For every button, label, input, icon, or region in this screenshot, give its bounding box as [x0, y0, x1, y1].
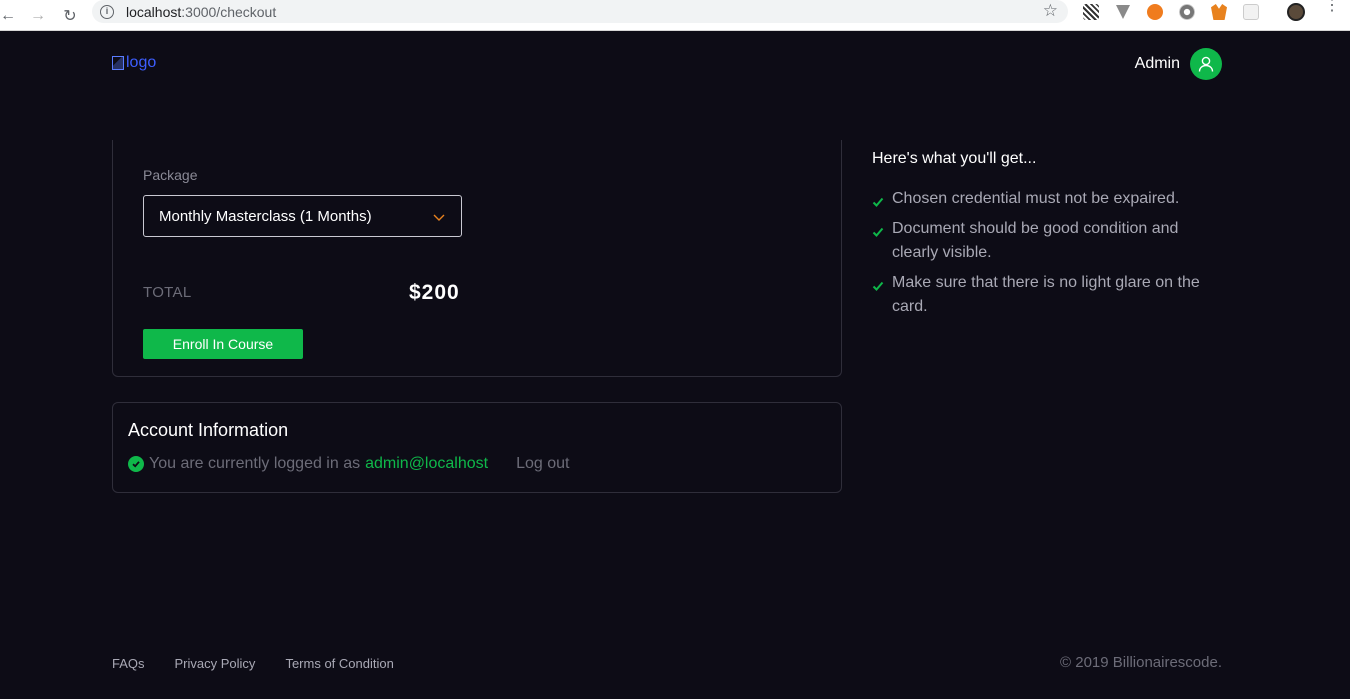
metamask-fox-icon[interactable] — [1211, 4, 1227, 20]
benefit-item: Document should be good condition and cl… — [872, 217, 1212, 265]
package-select[interactable]: Monthly Masterclass (1 Months) — [143, 195, 462, 237]
bookmark-star-icon[interactable]: ☆ — [1043, 1, 1058, 21]
logged-in-text: You are currently logged in as — [149, 455, 361, 472]
qr-extension-icon[interactable] — [1083, 4, 1099, 20]
benefit-item: Chosen credential must not be expaired. — [872, 187, 1212, 211]
benefits-list: Chosen credential must not be expaired. … — [872, 187, 1212, 325]
logo-alt-text: logo — [126, 54, 157, 71]
footer-links: FAQs Privacy Policy Terms of Condition — [112, 656, 424, 671]
selected-package: Monthly Masterclass (1 Months) — [159, 207, 372, 225]
user-menu[interactable]: Admin — [1135, 48, 1222, 80]
total-value: $200 — [409, 281, 460, 304]
package-label: Package — [143, 167, 198, 183]
orange-extension-icon[interactable] — [1147, 4, 1163, 20]
account-card: Account Information You are currently lo… — [112, 402, 842, 493]
checkmark-icon — [872, 276, 884, 300]
enroll-button[interactable]: Enroll In Course — [143, 329, 303, 359]
checkmark-icon — [872, 222, 884, 246]
benefit-text: Chosen credential must not be expaired. — [892, 190, 1180, 207]
url-path: :3000/checkout — [181, 3, 277, 20]
checkmark-icon — [872, 192, 884, 216]
forward-arrow-icon[interactable]: → — [28, 0, 48, 31]
site-logo[interactable]: logo — [112, 54, 156, 72]
gear-extension-icon[interactable] — [1179, 4, 1195, 20]
back-arrow-icon[interactable]: ← — [0, 0, 16, 31]
info-icon[interactable]: i — [100, 4, 114, 19]
chevron-down-icon — [433, 210, 445, 227]
package-card: Package Monthly Masterclass (1 Months) T… — [112, 140, 842, 377]
vue-devtools-icon[interactable] — [1116, 5, 1130, 19]
copyright: © 2019 Billionairescode. — [1060, 654, 1222, 671]
admin-name: Admin — [1134, 55, 1180, 72]
logged-in-status: You are currently logged in as admin@loc… — [128, 455, 569, 473]
benefit-text: Make sure that there is no light glare o… — [892, 274, 1200, 315]
footer-link-privacy[interactable]: Privacy Policy — [175, 656, 256, 671]
profile-avatar[interactable] — [1287, 3, 1305, 21]
footer-link-faqs[interactable]: FAQs — [112, 656, 145, 671]
account-title: Account Information — [128, 420, 289, 440]
benefit-text: Document should be good condition and cl… — [892, 220, 1179, 261]
broken-image-icon — [112, 56, 124, 70]
total-label: TOTAL — [143, 284, 192, 301]
account-email[interactable]: admin@localhost — [365, 455, 488, 473]
more-menu-icon[interactable]: ⋮ — [1324, 0, 1340, 14]
blank-extension-icon[interactable] — [1243, 4, 1259, 20]
benefit-item: Make sure that there is no light glare o… — [872, 271, 1212, 319]
logout-link[interactable]: Log out — [516, 455, 569, 473]
benefits-title: Here's what you'll get... — [872, 150, 1037, 167]
check-circle-icon — [128, 456, 144, 472]
user-avatar-icon[interactable] — [1190, 48, 1222, 80]
reload-icon[interactable]: ↻ — [58, 0, 82, 31]
browser-toolbar: ← → ↻ i localhost:3000/checkout ☆ ⋮ — [0, 0, 1350, 31]
footer-link-terms[interactable]: Terms of Condition — [285, 656, 393, 671]
url-host: localhost — [126, 3, 182, 20]
address-bar[interactable]: i localhost:3000/checkout ☆ — [92, 0, 1068, 23]
